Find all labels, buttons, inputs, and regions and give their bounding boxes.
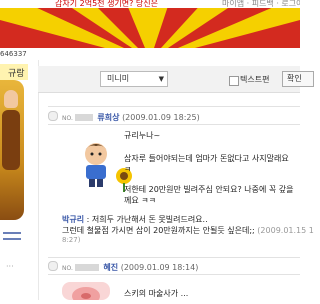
sidebar-link-line[interactable]	[3, 232, 21, 234]
comment-no-label: NO.	[62, 265, 73, 272]
sidebar-title: 규랑	[0, 64, 28, 80]
comment-line: 규리누나~	[124, 131, 161, 140]
reply-time-2: 8:27)	[62, 236, 81, 244]
reply-text-2: 그런데 철물점 가시면 삽이 20만원까지는 안될듯 싶은데;;	[62, 226, 255, 235]
comment-header: NO. 혜진 (2009.01.09 18:14)	[62, 262, 198, 273]
comment-date: (2009.01.09 18:14)	[120, 263, 199, 272]
comment-line: ㅋ	[124, 165, 132, 174]
minimi-avatar	[62, 282, 110, 304]
character-head-icon	[4, 90, 18, 108]
textarea-checkbox-label: 텍스트편	[240, 75, 270, 84]
sidebar-link-line[interactable]	[3, 238, 21, 240]
reply-text: : 저희두 가난해서 돈 못빌려드려요..	[84, 215, 208, 224]
sidebar-dots: ···	[6, 262, 14, 271]
comment-line: 께요 ㅋㅋ	[124, 196, 156, 205]
comment-bullet-icon	[48, 261, 58, 271]
comment-divider	[48, 124, 300, 125]
comment-nickname[interactable]: 류희상	[97, 113, 119, 122]
sidebar-character-tab[interactable]	[0, 80, 24, 220]
comment-nickname[interactable]: 혜진	[103, 263, 118, 272]
reply-line: 박규리 : 저희두 가난해서 돈 못빌려드려요..	[62, 214, 208, 225]
comment-divider	[48, 257, 300, 258]
comment-header: NO. 류희상 (2009.01.09 18:25)	[62, 112, 200, 123]
character-body-icon	[2, 110, 20, 170]
reply-line: 그런데 철물점 가시면 삽이 20만원까지는 안될듯 싶은데;; (2009.0…	[62, 225, 314, 236]
ad-link[interactable]: 갑자기 2억5천 생기면? 당신은	[55, 0, 158, 8]
sidebar-links[interactable]	[3, 232, 25, 252]
confirm-button[interactable]: 확인	[282, 71, 314, 87]
comment-divider	[48, 274, 300, 275]
comment-no-blur	[74, 264, 99, 271]
sidebar-title-text: 규랑	[8, 69, 25, 79]
comment-date: (2009.01.09 18:25)	[122, 113, 200, 122]
reply-nickname[interactable]: 박규리	[62, 215, 84, 224]
minimi-select-value: 미니미	[107, 74, 130, 83]
comment-line: 저한테 20만원만 빌려주심 안되요? 나중에 꼭 갚을	[124, 185, 294, 194]
top-strip: 갑자기 2억5천 생기면? 당신은 마이앱 · 피드백 · 로그아웃	[0, 0, 300, 8]
minimi-select[interactable]: 미니미 ▼	[100, 71, 168, 87]
comment-no-blur	[74, 114, 93, 121]
comment-divider	[48, 106, 300, 107]
reply-time: (2009.01.15 1	[257, 226, 314, 235]
comment-line: 스키의 마술사가 ...	[124, 289, 189, 298]
comment-line: 삽자루 들어야되는데 엄마가 돈없다고 사지말래요	[124, 154, 289, 163]
chevron-down-icon: ▼	[158, 75, 164, 83]
comment-bullet-icon	[48, 111, 58, 121]
page-counter: 646337	[0, 50, 27, 58]
pig-icon	[72, 287, 100, 304]
top-nav[interactable]: 마이앱 · 피드백 · 로그아웃	[222, 0, 300, 8]
comment-no-label: NO.	[62, 115, 73, 122]
textarea-checkbox[interactable]	[229, 76, 239, 86]
